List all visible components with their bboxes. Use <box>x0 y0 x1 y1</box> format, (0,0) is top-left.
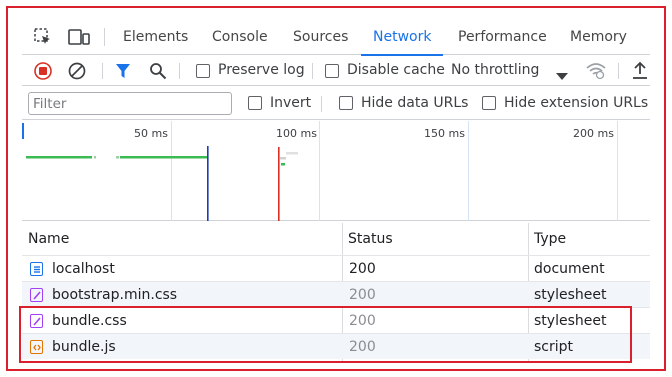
dropdown-arrow-icon[interactable] <box>556 66 568 85</box>
tab-sources[interactable]: Sources <box>293 19 348 55</box>
request-name: localhost <box>52 261 115 277</box>
throttling-select[interactable]: No throttling <box>451 62 539 78</box>
filter-bar: Invert Hide data URLs Hide extension URL… <box>22 88 650 120</box>
column-header-name[interactable]: Name <box>22 223 69 255</box>
highlight-frame-rows <box>19 306 632 363</box>
table-row[interactable]: bootstrap.min.css 200 stylesheet <box>22 281 650 307</box>
hide-data-urls-label: Hide data URLs <box>361 95 469 111</box>
filter-input[interactable] <box>28 92 232 115</box>
filter-divider <box>321 96 322 112</box>
request-name: bootstrap.min.css <box>52 287 178 303</box>
timeline-bars <box>22 123 298 221</box>
clear-icon[interactable] <box>68 62 86 84</box>
tab-elements[interactable]: Elements <box>123 19 188 55</box>
tab-network[interactable]: Network <box>360 19 445 56</box>
request-status: 200 <box>349 287 376 303</box>
search-icon[interactable] <box>149 62 167 84</box>
tab-console[interactable]: Console <box>212 19 268 55</box>
device-toolbar-icon[interactable] <box>68 28 90 50</box>
invert-checkbox[interactable] <box>248 96 262 110</box>
disable-cache-label: Disable cache <box>347 62 445 78</box>
network-toolbar: Preserve log Disable cache No throttling <box>22 56 650 86</box>
filter-funnel-icon[interactable] <box>115 62 131 84</box>
request-type: document <box>534 261 605 277</box>
stylesheet-icon <box>30 288 43 302</box>
inspect-element-icon[interactable] <box>34 28 52 50</box>
column-header-status[interactable]: Status <box>342 223 393 255</box>
upload-icon[interactable] <box>632 61 648 84</box>
table-row[interactable]: localhost 200 document <box>22 255 650 281</box>
document-icon <box>30 262 43 276</box>
invert-label: Invert <box>270 95 312 111</box>
column-header-type[interactable]: Type <box>528 223 566 255</box>
preserve-log-checkbox[interactable] <box>196 64 210 78</box>
disable-cache-checkbox[interactable] <box>325 64 339 78</box>
network-overview-timeline[interactable]: 50 ms 100 ms 150 ms 200 ms <box>22 121 650 221</box>
preserve-log-label: Preserve log <box>218 62 305 78</box>
request-type: stylesheet <box>534 287 607 303</box>
toolbar-divider <box>179 63 180 79</box>
record-stop-icon[interactable] <box>34 62 52 84</box>
tab-performance[interactable]: Performance <box>458 19 547 55</box>
network-conditions-icon[interactable] <box>585 60 607 84</box>
hide-extension-urls-label: Hide extension URLs <box>504 95 649 111</box>
toolbar-divider <box>312 63 313 79</box>
tab-memory[interactable]: Memory <box>570 19 627 55</box>
toolbar-divider <box>618 63 619 79</box>
request-status: 200 <box>349 261 376 277</box>
hide-extension-urls-checkbox[interactable] <box>482 96 496 110</box>
tab-bar-divider <box>104 28 105 46</box>
toolbar-divider <box>102 63 103 79</box>
devtools-tab-bar: Elements Console Sources Network Perform… <box>22 19 650 56</box>
hide-data-urls-checkbox[interactable] <box>339 96 353 110</box>
